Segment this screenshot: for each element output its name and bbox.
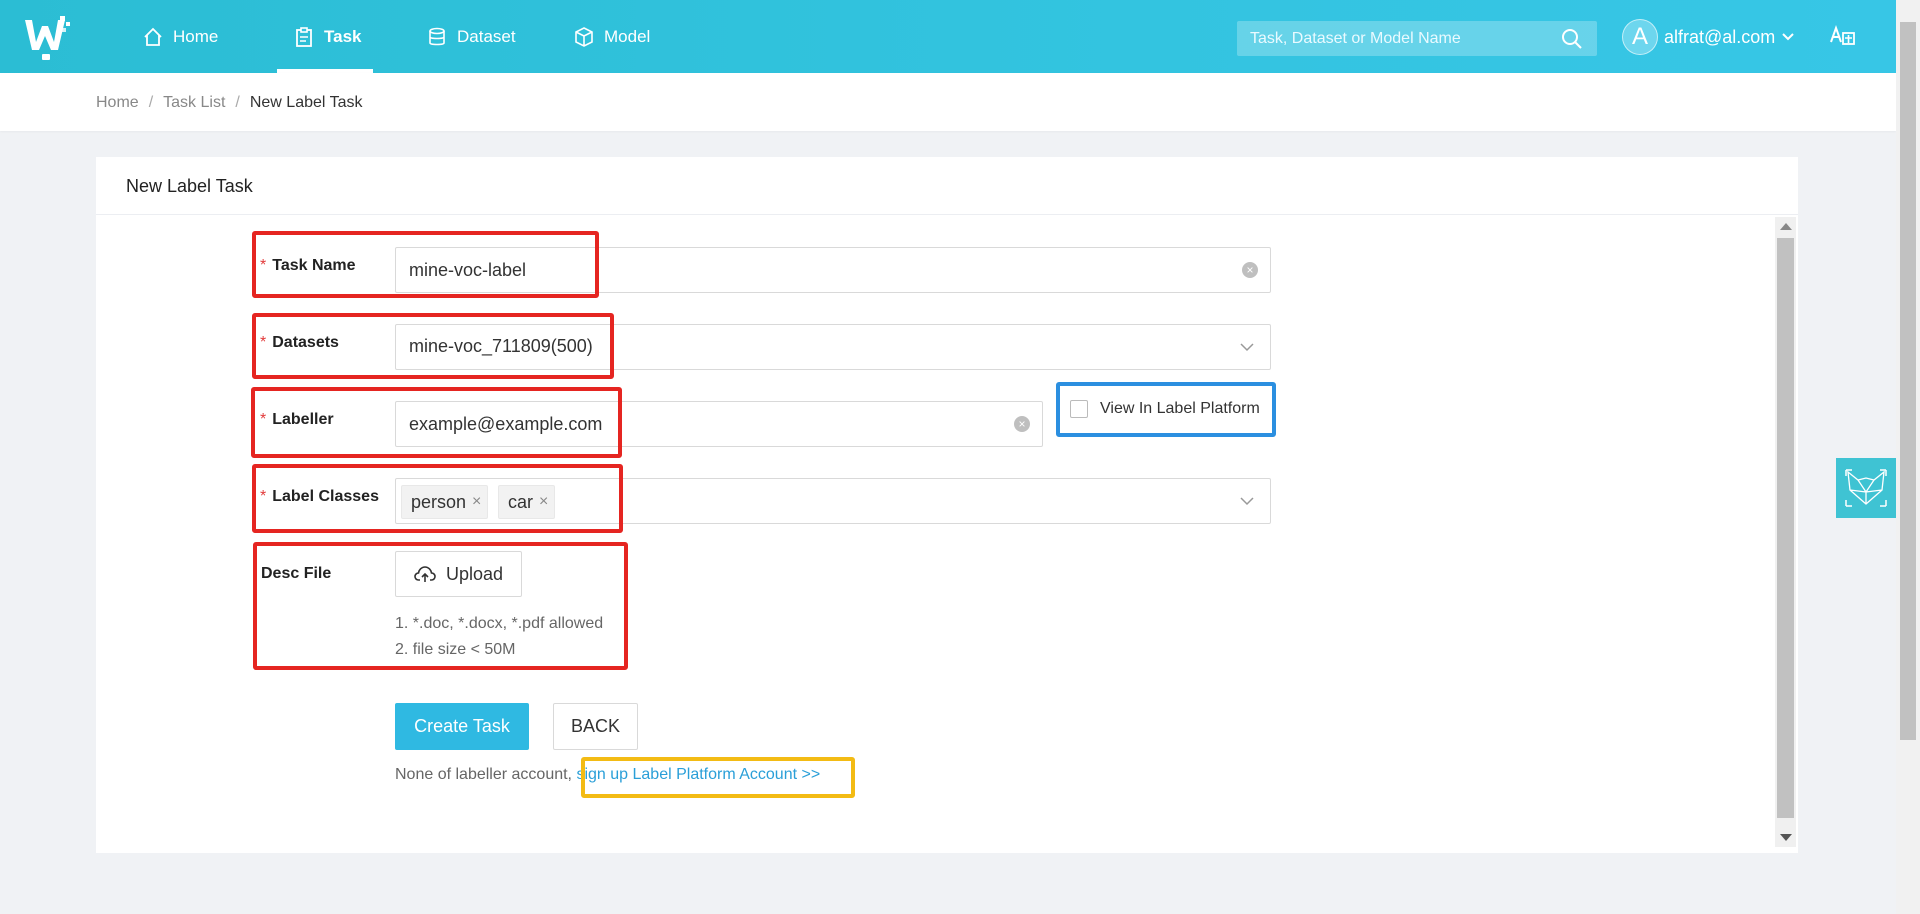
breadcrumb-current: New Label Task bbox=[249, 94, 363, 111]
form-scrollbar[interactable] bbox=[1775, 217, 1796, 847]
datasets-value: mine-voc_711809(500) bbox=[409, 336, 593, 356]
chevron-down-icon bbox=[1240, 343, 1254, 352]
database-icon bbox=[429, 27, 445, 45]
task-name-label-text: Task Name bbox=[272, 257, 356, 274]
tag-label: person bbox=[411, 491, 467, 512]
clear-icon[interactable]: × bbox=[1242, 262, 1258, 278]
user-email: alfrat@al.com bbox=[1664, 26, 1776, 47]
breadcrumb: Home / Task List / New Label Task bbox=[96, 94, 363, 112]
nav-home-label: Home bbox=[173, 26, 219, 46]
scroll-up-arrow[interactable] bbox=[1780, 223, 1792, 230]
signup-note: None of labeller account, sign up Label … bbox=[395, 766, 820, 784]
task-name-field: × bbox=[395, 247, 1271, 293]
home-icon bbox=[144, 27, 162, 46]
nav-task-label: Task bbox=[324, 26, 362, 46]
breadcrumb-task-list[interactable]: Task List bbox=[163, 94, 225, 112]
tag-label: car bbox=[508, 491, 534, 512]
top-header: Home Task Dataset Model A alfrat@al.com bbox=[0, 0, 1896, 73]
upload-label: Upload bbox=[446, 563, 504, 584]
search-input[interactable] bbox=[1237, 21, 1560, 56]
avatar: A bbox=[1622, 19, 1658, 55]
breadcrumb-home[interactable]: Home bbox=[96, 94, 139, 112]
page-scrollbar-thumb[interactable] bbox=[1900, 22, 1916, 740]
nav-task[interactable]: Task bbox=[294, 0, 362, 73]
scroll-down-arrow[interactable] bbox=[1780, 834, 1792, 841]
clipboard-icon bbox=[296, 26, 312, 47]
nav-model[interactable]: Model bbox=[574, 0, 650, 73]
datasets-label: * Datasets bbox=[260, 334, 339, 352]
upload-button[interactable]: Upload bbox=[395, 551, 523, 597]
task-name-label: * Task Name bbox=[260, 257, 356, 275]
chevron-down-icon bbox=[1240, 497, 1254, 506]
required-mark: * bbox=[260, 257, 267, 274]
hint-line: 1. *.doc, *.docx, *.pdf allowed bbox=[395, 615, 604, 632]
labeller-label: * Labeller bbox=[260, 411, 334, 429]
datasets-label-text: Datasets bbox=[272, 334, 339, 351]
card-divider bbox=[96, 214, 1798, 215]
nav-dataset[interactable]: Dataset bbox=[427, 0, 516, 73]
label-classes-label-text: Label Classes bbox=[272, 488, 379, 505]
global-search bbox=[1237, 21, 1597, 56]
tag-remove-icon[interactable]: × bbox=[539, 493, 548, 511]
search-icon[interactable] bbox=[1561, 28, 1583, 50]
required-mark: * bbox=[260, 411, 267, 428]
breadcrumb-separator: / bbox=[235, 94, 240, 111]
view-in-label-platform-label: View In Label Platform bbox=[1100, 400, 1260, 417]
required-mark: * bbox=[260, 334, 267, 351]
label-classes-label: * Label Classes bbox=[260, 488, 379, 506]
app-logo[interactable] bbox=[22, 14, 72, 62]
nav-home[interactable]: Home bbox=[143, 0, 218, 73]
create-task-button[interactable]: Create Task bbox=[395, 703, 529, 750]
datasets-select[interactable]: mine-voc_711809(500) bbox=[395, 324, 1271, 370]
cube-icon bbox=[575, 26, 593, 47]
user-menu[interactable]: A alfrat@al.com bbox=[1622, 18, 1795, 56]
hint-line: 2. file size < 50M bbox=[395, 641, 516, 658]
signup-note-text: None of labeller account, bbox=[395, 766, 572, 783]
view-in-label-platform[interactable]: View In Label Platform bbox=[1070, 400, 1260, 418]
new-label-task-card: New Label Task * Task Name × * Datasets mi… bbox=[96, 157, 1798, 853]
floating-assistant-button[interactable] bbox=[1836, 458, 1896, 518]
class-tag-person: person × bbox=[401, 485, 489, 519]
clear-icon[interactable]: × bbox=[1014, 416, 1030, 432]
label-classes-select[interactable]: person × car × bbox=[395, 478, 1271, 524]
desc-file-label: Desc File bbox=[261, 565, 332, 582]
labeller-input[interactable] bbox=[396, 402, 989, 446]
nav-dataset-label: Dataset bbox=[457, 26, 516, 46]
labeller-label-text: Labeller bbox=[272, 411, 334, 428]
language-switch-icon[interactable] bbox=[1828, 22, 1856, 50]
class-tag-car: car × bbox=[498, 485, 556, 519]
signup-label-platform-link[interactable]: sign up Label Platform Account >> bbox=[576, 766, 820, 783]
tag-remove-icon[interactable]: × bbox=[472, 493, 481, 511]
page-title: New Label Task bbox=[126, 176, 253, 196]
scrollbar-thumb[interactable] bbox=[1777, 238, 1794, 818]
breadcrumb-bar: Home / Task List / New Label Task bbox=[0, 73, 1896, 131]
breadcrumb-separator: / bbox=[148, 94, 154, 111]
back-button[interactable]: BACK bbox=[553, 703, 638, 750]
task-name-input[interactable] bbox=[396, 248, 1209, 292]
cloud-upload-icon bbox=[414, 566, 436, 582]
chevron-down-icon bbox=[1782, 33, 1795, 41]
desc-file-hints: 1. *.doc, *.docx, *.pdf allowed 2. file … bbox=[395, 611, 603, 663]
required-mark: * bbox=[260, 488, 267, 505]
labeller-field: × bbox=[395, 401, 1043, 447]
nav-model-label: Model bbox=[604, 26, 651, 46]
fox-face-icon bbox=[1845, 469, 1887, 507]
page-scrollbar[interactable] bbox=[1896, 0, 1920, 914]
view-in-label-platform-checkbox[interactable] bbox=[1070, 400, 1088, 418]
